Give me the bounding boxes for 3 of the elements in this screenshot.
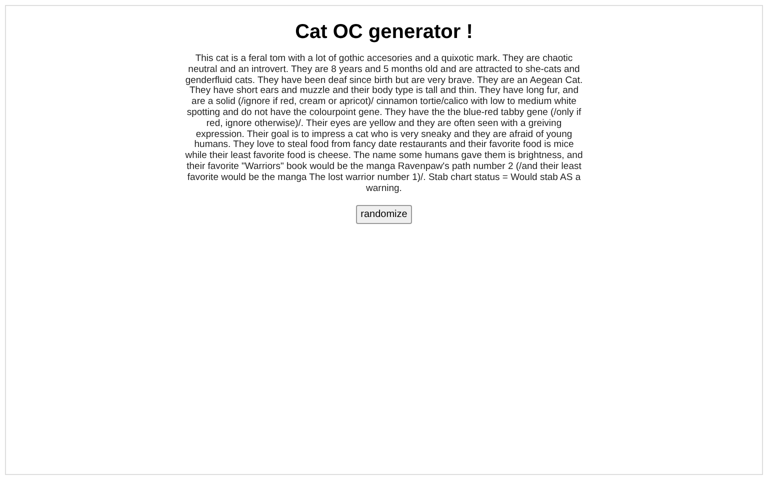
page-title: Cat OC generator !: [295, 20, 473, 44]
randomize-button[interactable]: randomize: [356, 205, 412, 224]
cat-description: This cat is a feral tom with a lot of gothic accesories and a quixotic mark. They are chaotic neutral and an introvert. They are 8 years and 5 months old and are attracted to she-cats and genderfluid cats. They have been deaf since birth but are very brave. They are an Aegean Cat. They have short ears and muzzle and their body type is tall and thin. They have long fur, and are a solid (/ignore if red, cream or apricot)/ cinnamon tortie/calico with low to medium white spotting and do not have the colourpoint gene. They have the the blue-red tabby gene (/only if red, ignore otherwise)/. Their eyes are yellow and they are often seen with a greiving expression. Their goal is to impress a cat who is very sneaky and they are afraid of young humans. They love to steal food from fancy date restaurants and their favorite food is mice while their least favorite food is cheese. The name some humans gave them is brightness, and their favorite "Warriors" book would be the manga Ravenpaw's path number 2 (/and their least favorite would be the manga The lost warrior number 1)/. Stab chart status = Would stab AS a warning.: [184, 54, 584, 194]
